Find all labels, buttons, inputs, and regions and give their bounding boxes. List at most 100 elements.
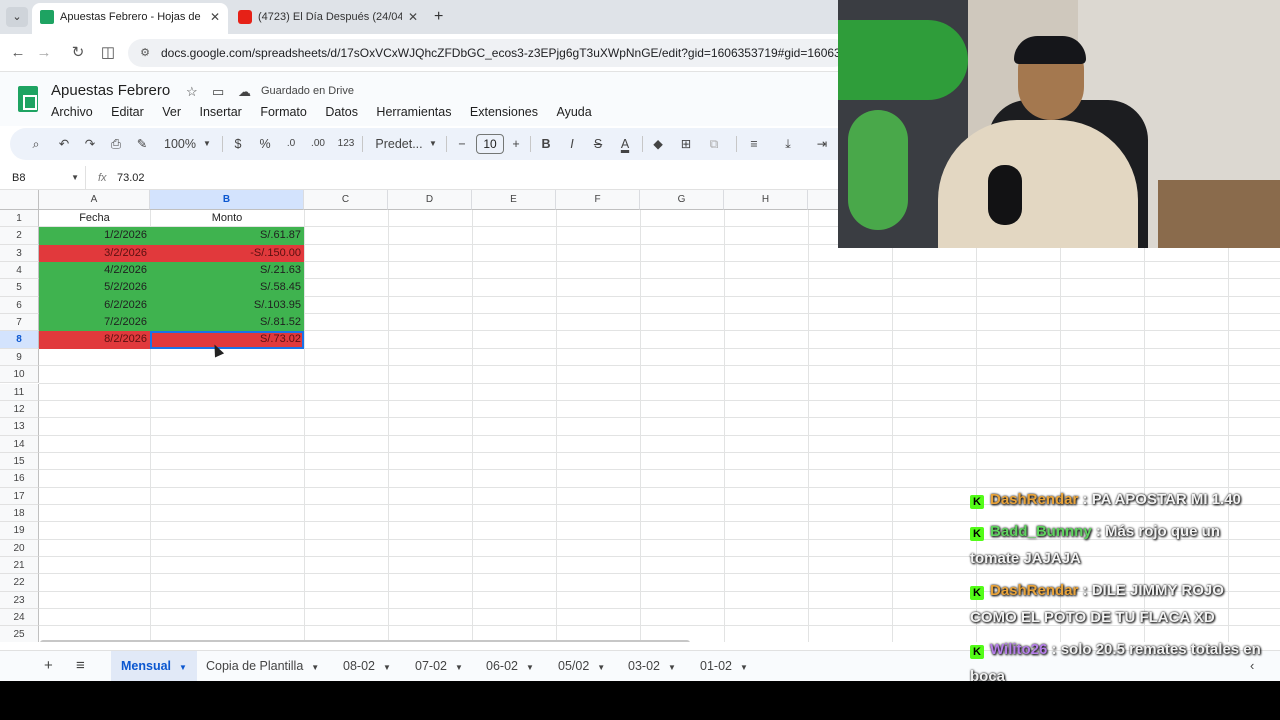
menu-formato[interactable]: Formato — [260, 105, 307, 119]
menu-herramientas[interactable]: Herramientas — [376, 105, 451, 119]
move-folder-icon[interactable]: ▭ — [212, 84, 224, 100]
table-cell-monto[interactable]: -S/.150.00 — [150, 244, 304, 263]
menu-extensiones[interactable]: Extensiones — [470, 105, 538, 119]
column-header-h[interactable]: H — [724, 190, 808, 210]
table-cell-fecha[interactable]: 1/2/2026 — [39, 227, 150, 245]
all-sheets-icon[interactable]: ≡ — [76, 655, 85, 677]
sheet-tab-01-02[interactable]: 01-02 ▼ — [700, 651, 748, 682]
vertical-align-icon[interactable]: ⤓ — [780, 128, 796, 160]
back-icon[interactable]: ← — [8, 43, 28, 63]
table-cell-fecha[interactable]: 7/2/2026 — [39, 314, 150, 332]
row-header[interactable]: 9 — [0, 348, 39, 367]
sheet-tab-07-02[interactable]: 07-02 ▼ — [415, 651, 463, 682]
search-icon[interactable]: ⌕ — [28, 128, 44, 160]
chevron-down-icon[interactable]: ▼ — [71, 166, 79, 190]
chevron-down-icon[interactable]: ▼ — [202, 128, 212, 160]
strikethrough-button[interactable]: S — [592, 128, 604, 160]
row-header[interactable]: 13 — [0, 418, 39, 436]
merge-cells-icon[interactable]: ⧉ — [706, 128, 722, 160]
url-field[interactable]: ⚙ docs.google.com/spreadsheets/d/17sOxVC… — [128, 39, 848, 67]
column-header-e[interactable]: E — [472, 190, 556, 210]
menu-insertar[interactable]: Insertar — [199, 105, 241, 119]
table-cell-fecha[interactable]: 4/2/2026 — [39, 262, 150, 280]
sheet-tab-03-02[interactable]: 03-02 ▼ — [628, 651, 676, 682]
italic-button[interactable]: I — [566, 128, 578, 160]
row-header[interactable]: 21 — [0, 557, 39, 575]
row-header[interactable]: 7 — [0, 314, 39, 332]
table-cell-fecha[interactable]: 8/2/2026 — [39, 331, 150, 349]
row-header[interactable]: 18 — [0, 504, 39, 523]
borders-icon[interactable]: ⊞ — [678, 128, 694, 160]
table-cell-fecha[interactable]: 6/2/2026 — [39, 296, 150, 315]
menu-editar[interactable]: Editar — [111, 105, 144, 119]
row-header[interactable]: 22 — [0, 574, 39, 592]
star-icon[interactable]: ☆ — [186, 84, 198, 100]
row-header[interactable]: 23 — [0, 591, 39, 610]
site-info-icon[interactable]: ⚙ — [138, 46, 152, 60]
menu-ayuda[interactable]: Ayuda — [556, 105, 591, 119]
bold-button[interactable]: B — [540, 128, 552, 160]
table-cell-monto[interactable]: S/.103.95 — [150, 296, 304, 315]
text-color-button[interactable]: A — [616, 128, 634, 160]
row-header[interactable]: 4 — [0, 262, 39, 280]
reload-icon[interactable]: ↻ — [68, 43, 88, 63]
new-tab-button[interactable]: + — [434, 7, 443, 27]
sheet-tab-mensual[interactable]: Mensual ▼ — [111, 651, 197, 682]
chevron-down-icon[interactable]: ▼ — [526, 663, 534, 672]
sheet-tab-copia[interactable]: Copia de Plantilla ▼ — [206, 651, 319, 682]
column-header-c[interactable]: C — [304, 190, 388, 210]
table-cell-monto[interactable]: S/.58.45 — [150, 279, 304, 297]
sheets-logo-icon[interactable] — [18, 86, 38, 112]
increase-decimal-button[interactable]: .00 — [308, 128, 328, 160]
sheet-tab-06-02[interactable]: 06-02 ▼ — [486, 651, 534, 682]
browser-tab-youtube[interactable]: (4723) El Día Después (24/04/2 ✕ — [230, 3, 426, 34]
decrease-decimal-button[interactable]: .0 — [282, 128, 300, 160]
row-header[interactable]: 2 — [0, 227, 39, 245]
row-header[interactable]: 8 — [0, 331, 39, 349]
close-icon[interactable]: ✕ — [408, 3, 418, 31]
forward-icon[interactable]: → — [34, 43, 54, 63]
row-header[interactable]: 24 — [0, 609, 39, 627]
menu-ver[interactable]: Ver — [162, 105, 181, 119]
font-family-select[interactable]: Predet... — [374, 128, 424, 160]
row-header[interactable]: 5 — [0, 279, 39, 297]
table-cell-monto[interactable]: S/.81.52 — [150, 314, 304, 332]
sheet-tab-05-02[interactable]: 05/02 ▼ — [558, 651, 605, 682]
chevron-down-icon[interactable]: ▼ — [179, 663, 187, 672]
row-header[interactable]: 10 — [0, 366, 39, 384]
column-header-b[interactable]: B — [150, 190, 304, 210]
table-cell-fecha[interactable]: 3/2/2026 — [39, 244, 150, 263]
row-header[interactable]: 3 — [0, 244, 39, 263]
row-header[interactable]: 1 — [0, 210, 39, 228]
row-header[interactable]: 14 — [0, 435, 39, 453]
undo-icon[interactable]: ↶ — [56, 128, 72, 160]
row-header[interactable]: 19 — [0, 522, 39, 540]
name-box[interactable]: B8 ▼ — [8, 166, 86, 190]
row-header[interactable]: 16 — [0, 470, 39, 488]
menu-archivo[interactable]: Archivo — [51, 105, 93, 119]
fill-color-icon[interactable]: ◆ — [650, 128, 666, 160]
sheet-tab-08-02[interactable]: 08-02 ▼ — [343, 651, 391, 682]
chevron-down-icon[interactable]: ▼ — [428, 128, 438, 160]
split-view-icon[interactable]: ◫ — [98, 43, 118, 63]
print-icon[interactable]: ⎙ — [108, 128, 124, 160]
cell-a1[interactable]: Fecha — [39, 210, 150, 227]
table-cell-monto[interactable]: S/.21.63 — [150, 262, 304, 280]
row-header[interactable]: 20 — [0, 539, 39, 557]
font-size-input[interactable]: 10 — [476, 134, 504, 154]
chevron-down-icon[interactable]: ▼ — [383, 663, 391, 672]
close-icon[interactable]: ✕ — [210, 3, 220, 31]
column-header-a[interactable]: A — [39, 190, 150, 210]
table-cell-fecha[interactable]: 5/2/2026 — [39, 279, 150, 297]
row-header[interactable]: 17 — [0, 487, 39, 505]
document-title[interactable]: Apuestas Febrero — [51, 82, 170, 99]
row-header[interactable]: 15 — [0, 452, 39, 471]
browser-tab-sheets[interactable]: Apuestas Febrero - Hojas de cá ✕ — [32, 3, 228, 34]
select-all-corner[interactable] — [0, 190, 39, 210]
column-header-f[interactable]: F — [556, 190, 640, 210]
menu-datos[interactable]: Datos — [325, 105, 358, 119]
column-header-g[interactable]: G — [640, 190, 724, 210]
row-header[interactable]: 25 — [0, 626, 39, 642]
font-size-increase-icon[interactable]: + — [510, 128, 522, 160]
row-header[interactable]: 11 — [0, 383, 39, 401]
